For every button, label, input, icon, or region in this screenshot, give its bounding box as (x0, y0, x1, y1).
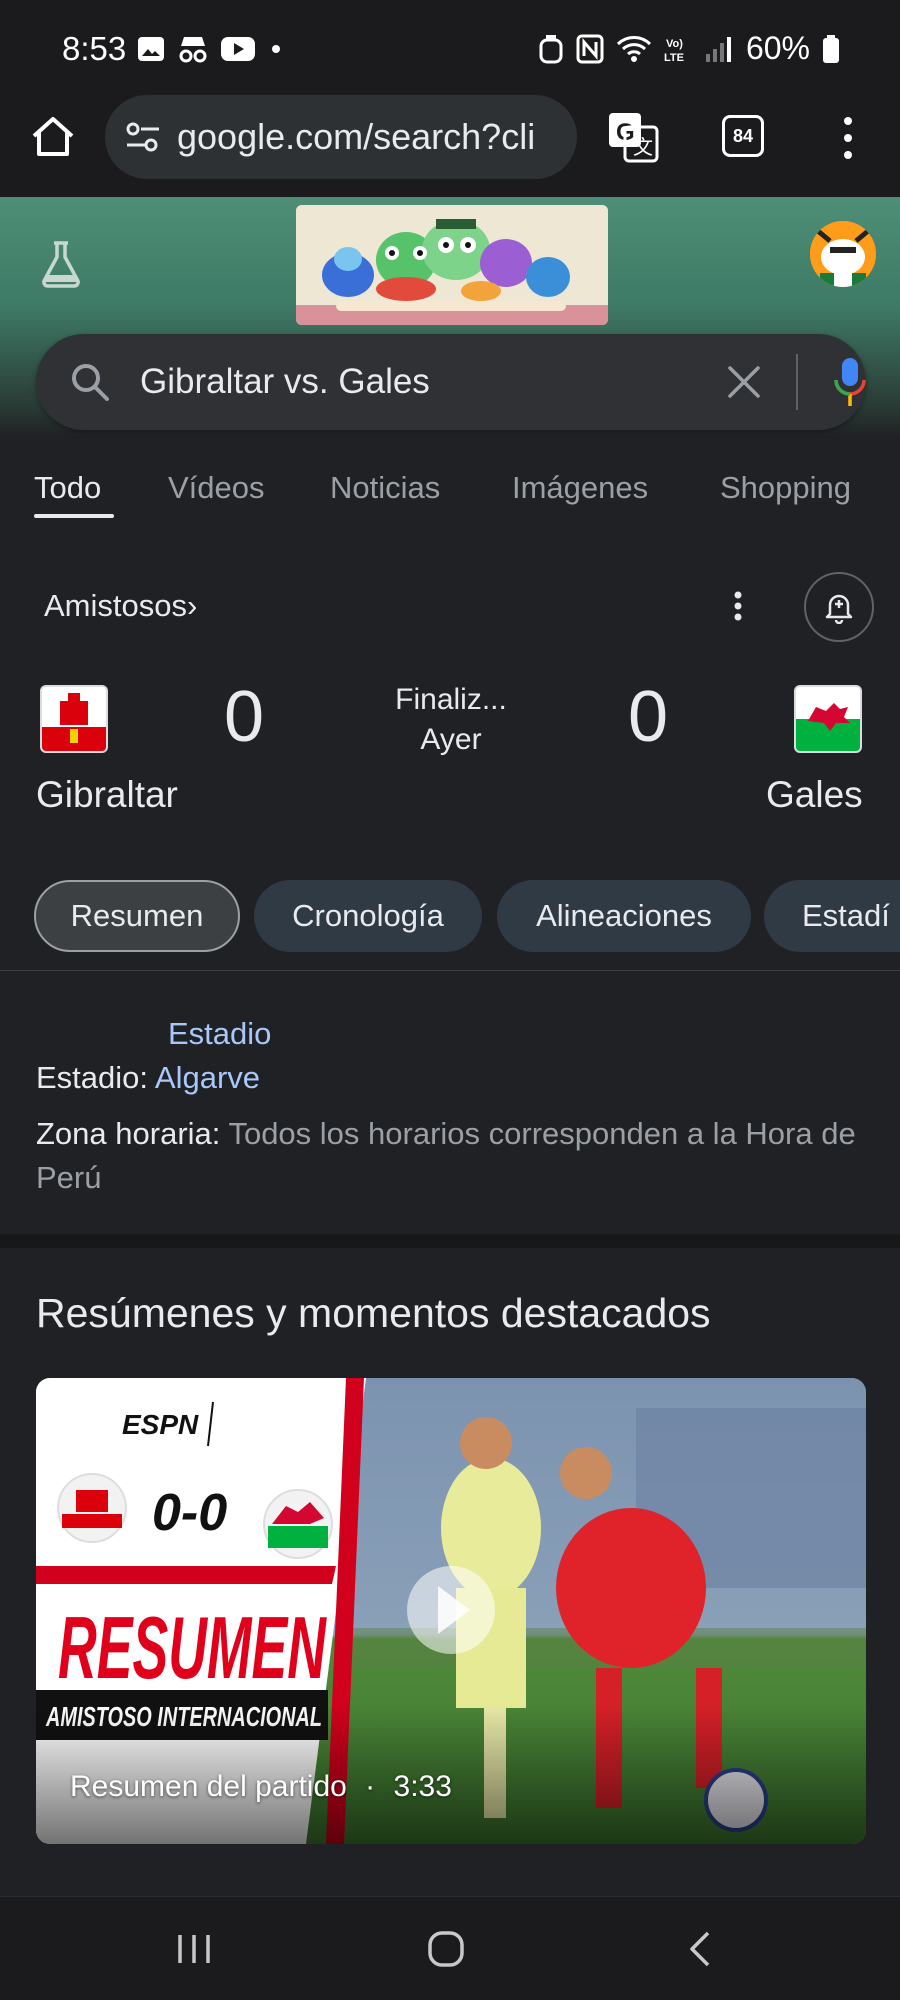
stadium-label: Estadio: (36, 1060, 149, 1095)
notification-icons (136, 34, 280, 64)
divider (0, 970, 900, 971)
address-bar[interactable]: google.com/search?cli (105, 95, 577, 179)
svg-text:Vo): Vo) (666, 38, 683, 50)
video-caption: Resumen del partido · 3:33 (70, 1770, 452, 1804)
wales-flag-image (796, 687, 860, 751)
youtube-icon (221, 37, 255, 61)
tab-imagenes[interactable]: Imágenes (512, 470, 648, 506)
tab-videos[interactable]: Vídeos (168, 470, 265, 506)
recent-apps-icon[interactable] (174, 1929, 214, 1969)
url-text: google.com/search?cli (177, 116, 536, 157)
home-nav-icon[interactable] (426, 1929, 466, 1969)
tab-shopping[interactable]: Shopping (720, 470, 851, 506)
wifi-icon (616, 35, 651, 62)
translate-icon[interactable]: G文 (605, 109, 661, 165)
nfc-icon (576, 34, 604, 63)
battery-icon (823, 34, 839, 63)
chip-resumen[interactable]: Resumen (34, 880, 240, 952)
stadium-row: Estadio: Algarve (36, 1060, 260, 1096)
timezone-label: Zona horaria: (36, 1116, 221, 1151)
search-query-text[interactable]: Gibraltar vs. Gales (140, 362, 430, 402)
gallery-icon (138, 37, 164, 61)
section-separator (0, 1234, 900, 1248)
svg-text:LTE: LTE (664, 52, 684, 64)
status-time: 8:53 (62, 30, 127, 67)
away-score: 0 (628, 677, 669, 757)
clear-icon[interactable] (726, 364, 762, 400)
highlight-video-card[interactable]: ESPN 0-0 RESUMEN AMISTOSO INTERNACIONAL … (36, 1378, 866, 1844)
status-bar: 8:53 Vo) LTE 60% (0, 0, 900, 95)
stadium-link-top[interactable]: Estadio (168, 1016, 271, 1052)
back-icon[interactable] (682, 1929, 722, 1969)
signal-icon (705, 36, 731, 62)
timezone-row: Zona horaria: Todos los horarios corresp… (36, 1112, 866, 1200)
chip-estadisticas[interactable]: Estadí (764, 880, 900, 952)
home-team-name[interactable]: Gibraltar (36, 774, 178, 816)
incognito-icon (179, 37, 207, 63)
search-divider (796, 354, 798, 410)
search-box[interactable]: Gibraltar vs. Gales (36, 334, 866, 430)
labs-flask-icon[interactable] (38, 239, 84, 289)
highlights-title: Resúmenes y momentos destacados (36, 1290, 711, 1336)
google-doodle[interactable] (296, 205, 608, 325)
doodle-image (296, 205, 608, 325)
wales-flag-icon[interactable] (794, 685, 862, 753)
gibraltar-flag-image (42, 687, 106, 751)
dot-icon (272, 45, 280, 53)
tab-todo[interactable]: Todo (34, 470, 101, 506)
match-day: Ayer (420, 723, 482, 756)
svg-text:文: 文 (633, 136, 653, 159)
status-text: Finaliz... (395, 683, 507, 716)
video-duration: 3:33 (393, 1770, 452, 1803)
battery-percent: 60% (745, 30, 810, 66)
league-link[interactable]: Amistosos› (44, 588, 197, 624)
league-name: Amistosos (44, 588, 187, 623)
overflow-menu-icon[interactable] (838, 113, 858, 163)
chip-cronologia[interactable]: Cronología (254, 880, 482, 952)
active-tab-indicator (34, 514, 114, 518)
more-options-icon[interactable] (726, 588, 750, 624)
search-tabs: Todo Vídeos Noticias Imágenes Shopping (0, 462, 900, 522)
stadium-link[interactable]: Algarve (155, 1060, 260, 1095)
system-icons: Vo) LTE 60% (538, 30, 840, 67)
volte-icon: Vo) LTE (664, 38, 684, 64)
gibraltar-flag-icon[interactable] (40, 685, 108, 753)
bell-add-icon (825, 594, 853, 624)
chip-alineaciones[interactable]: Alineaciones (497, 880, 751, 952)
tab-noticias[interactable]: Noticias (330, 470, 440, 506)
account-avatar[interactable] (810, 221, 876, 287)
tab-switcher-button[interactable]: 84 (722, 115, 764, 157)
browser-toolbar: google.com/search?cli G文 84 (0, 95, 900, 197)
site-settings-icon[interactable] (123, 117, 163, 157)
search-icon (72, 364, 109, 401)
notification-bell-button[interactable] (804, 572, 874, 642)
chevron-right-icon: › (186, 588, 198, 623)
alarm-icon (539, 34, 563, 63)
avatar-image (810, 221, 876, 287)
microphone-icon[interactable] (832, 354, 868, 410)
system-navigation-bar (0, 1896, 900, 2000)
away-team-name[interactable]: Gales (766, 774, 863, 816)
home-icon[interactable] (28, 112, 78, 162)
caption-separator: · (365, 1770, 376, 1803)
home-score: 0 (224, 677, 265, 757)
match-status: Finaliz... Ayer (340, 680, 562, 760)
video-caption-text: Resumen del partido (70, 1770, 347, 1803)
